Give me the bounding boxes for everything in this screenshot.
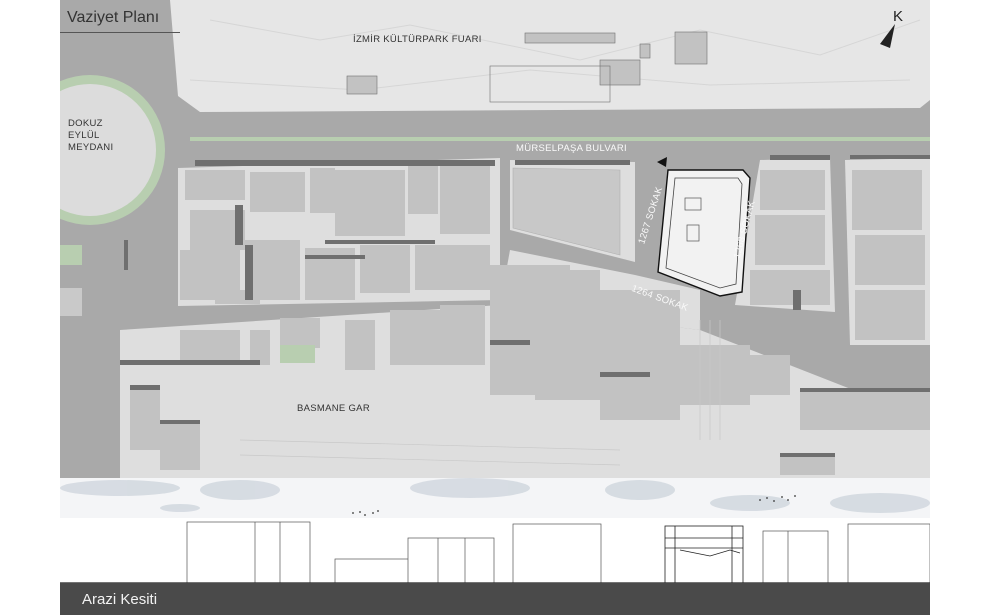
project-site (657, 169, 751, 297)
label-square-line3: MEYDANI (68, 142, 114, 153)
site-plan-drawing (60, 0, 930, 478)
site-plan-title: Vaziyet Planı (67, 9, 160, 26)
project-section (664, 525, 744, 584)
fair-park-area (170, 0, 930, 112)
label-fair: İZMİR KÜLTÜRPARK FUARI (353, 34, 482, 45)
label-square-line1: DOKUZ (68, 118, 103, 129)
site-plan: Vaziyet Planı K İZMİR KÜLTÜRPARK FUARI D… (60, 0, 930, 478)
label-station: BASMANE GAR (297, 403, 370, 414)
label-boulevard: MÜRSELPAŞA BULVARI (516, 143, 627, 154)
north-letter: K (893, 8, 904, 25)
title-underline (60, 32, 180, 33)
section-title-bar (60, 583, 930, 615)
site-plan-sheet: Vaziyet Planı K İZMİR KÜLTÜRPARK FUARI D… (60, 0, 930, 615)
label-square-line2: EYLÜL (68, 130, 100, 141)
boulevard-green-strip (190, 137, 930, 141)
section-buildings (186, 521, 930, 584)
west-block-buildings (180, 164, 490, 304)
section-title: Arazi Kesiti (82, 591, 158, 608)
